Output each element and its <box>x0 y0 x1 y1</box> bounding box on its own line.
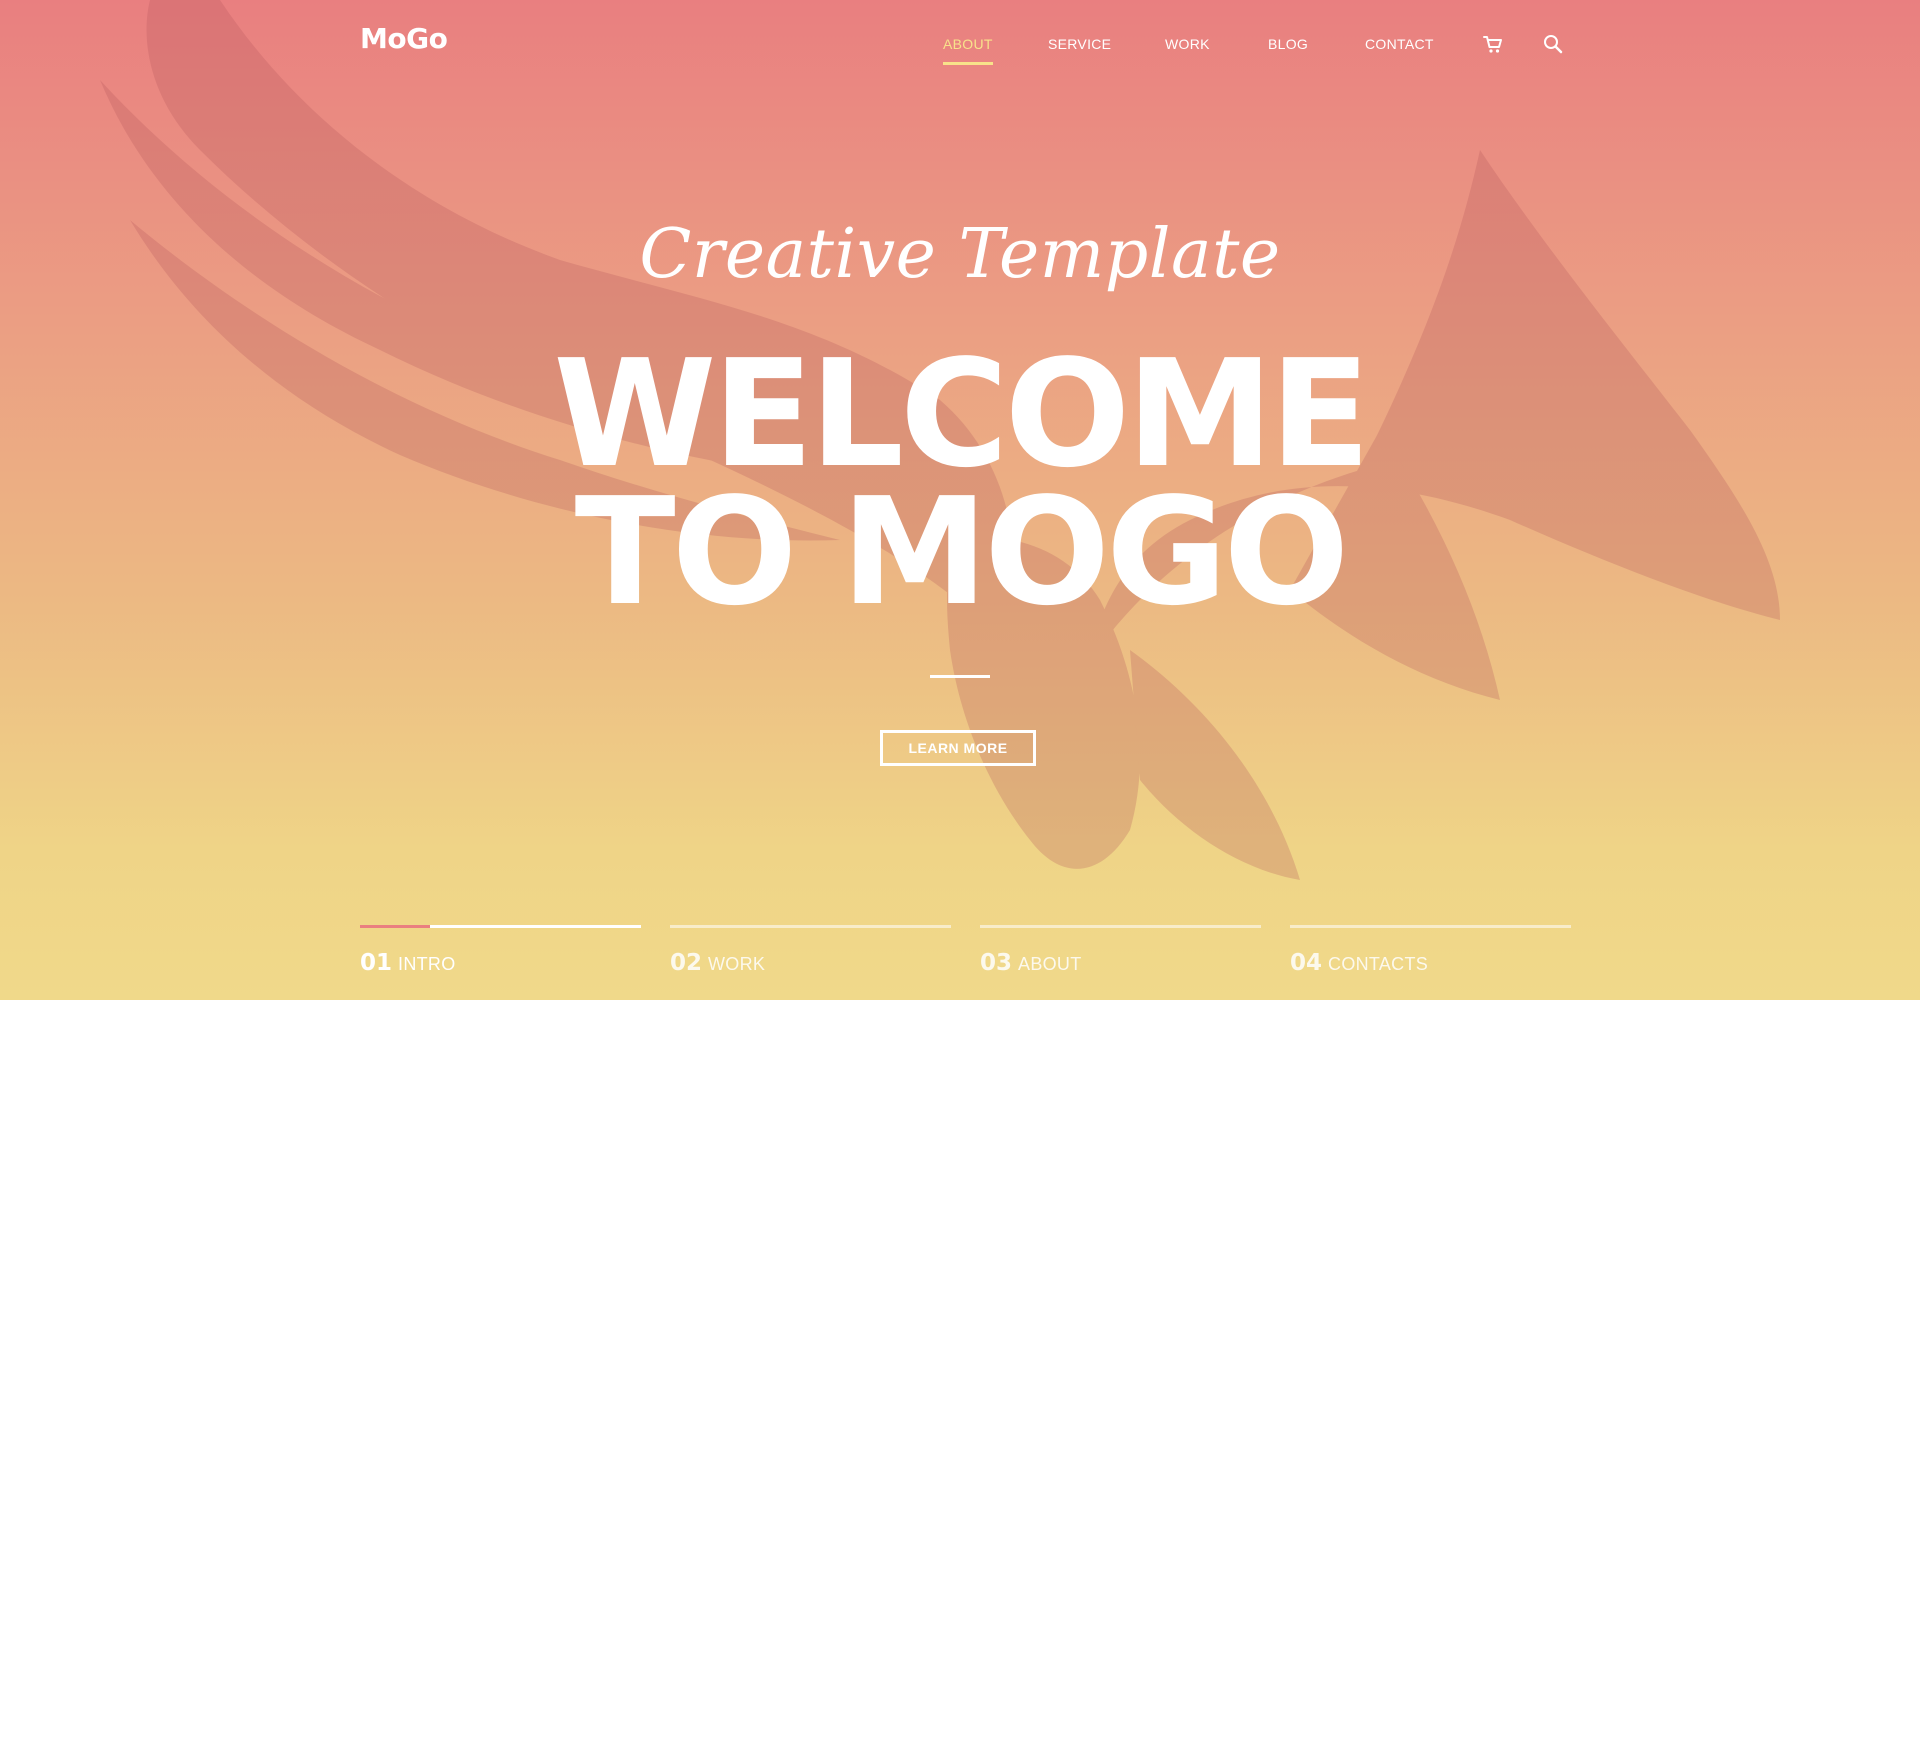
step-work[interactable]: 02 WORK <box>670 925 951 985</box>
step-intro[interactable]: 01 INTRO <box>360 925 641 985</box>
step-bar <box>1290 925 1571 928</box>
step-label: 02 WORK <box>670 950 765 976</box>
section-steps: 01 INTRO 02 WORK 03 ABOUT 04 CONTACTS <box>0 0 1920 1000</box>
step-name: WORK <box>708 954 766 974</box>
step-label: 01 INTRO <box>360 950 456 976</box>
page-body-blank <box>0 1000 1920 1750</box>
step-number: 02 <box>670 950 703 976</box>
step-number: 01 <box>360 950 393 976</box>
step-progress-bar <box>360 925 431 928</box>
step-bar <box>980 925 1261 928</box>
step-about[interactable]: 03 ABOUT <box>980 925 1261 985</box>
step-name: INTRO <box>398 954 456 974</box>
step-number: 04 <box>1290 950 1323 976</box>
page: MoGo ABOUT SERVICE WORK BLOG CONTACT Cre… <box>0 0 1920 1750</box>
step-contacts[interactable]: 04 CONTACTS <box>1290 925 1571 985</box>
step-label: 04 CONTACTS <box>1290 950 1428 976</box>
step-name: CONTACTS <box>1328 954 1429 974</box>
step-number: 03 <box>980 950 1013 976</box>
step-bar <box>670 925 951 928</box>
step-label: 03 ABOUT <box>980 950 1082 976</box>
hero-section: MoGo ABOUT SERVICE WORK BLOG CONTACT Cre… <box>0 0 1920 1000</box>
step-name: ABOUT <box>1018 954 1082 974</box>
